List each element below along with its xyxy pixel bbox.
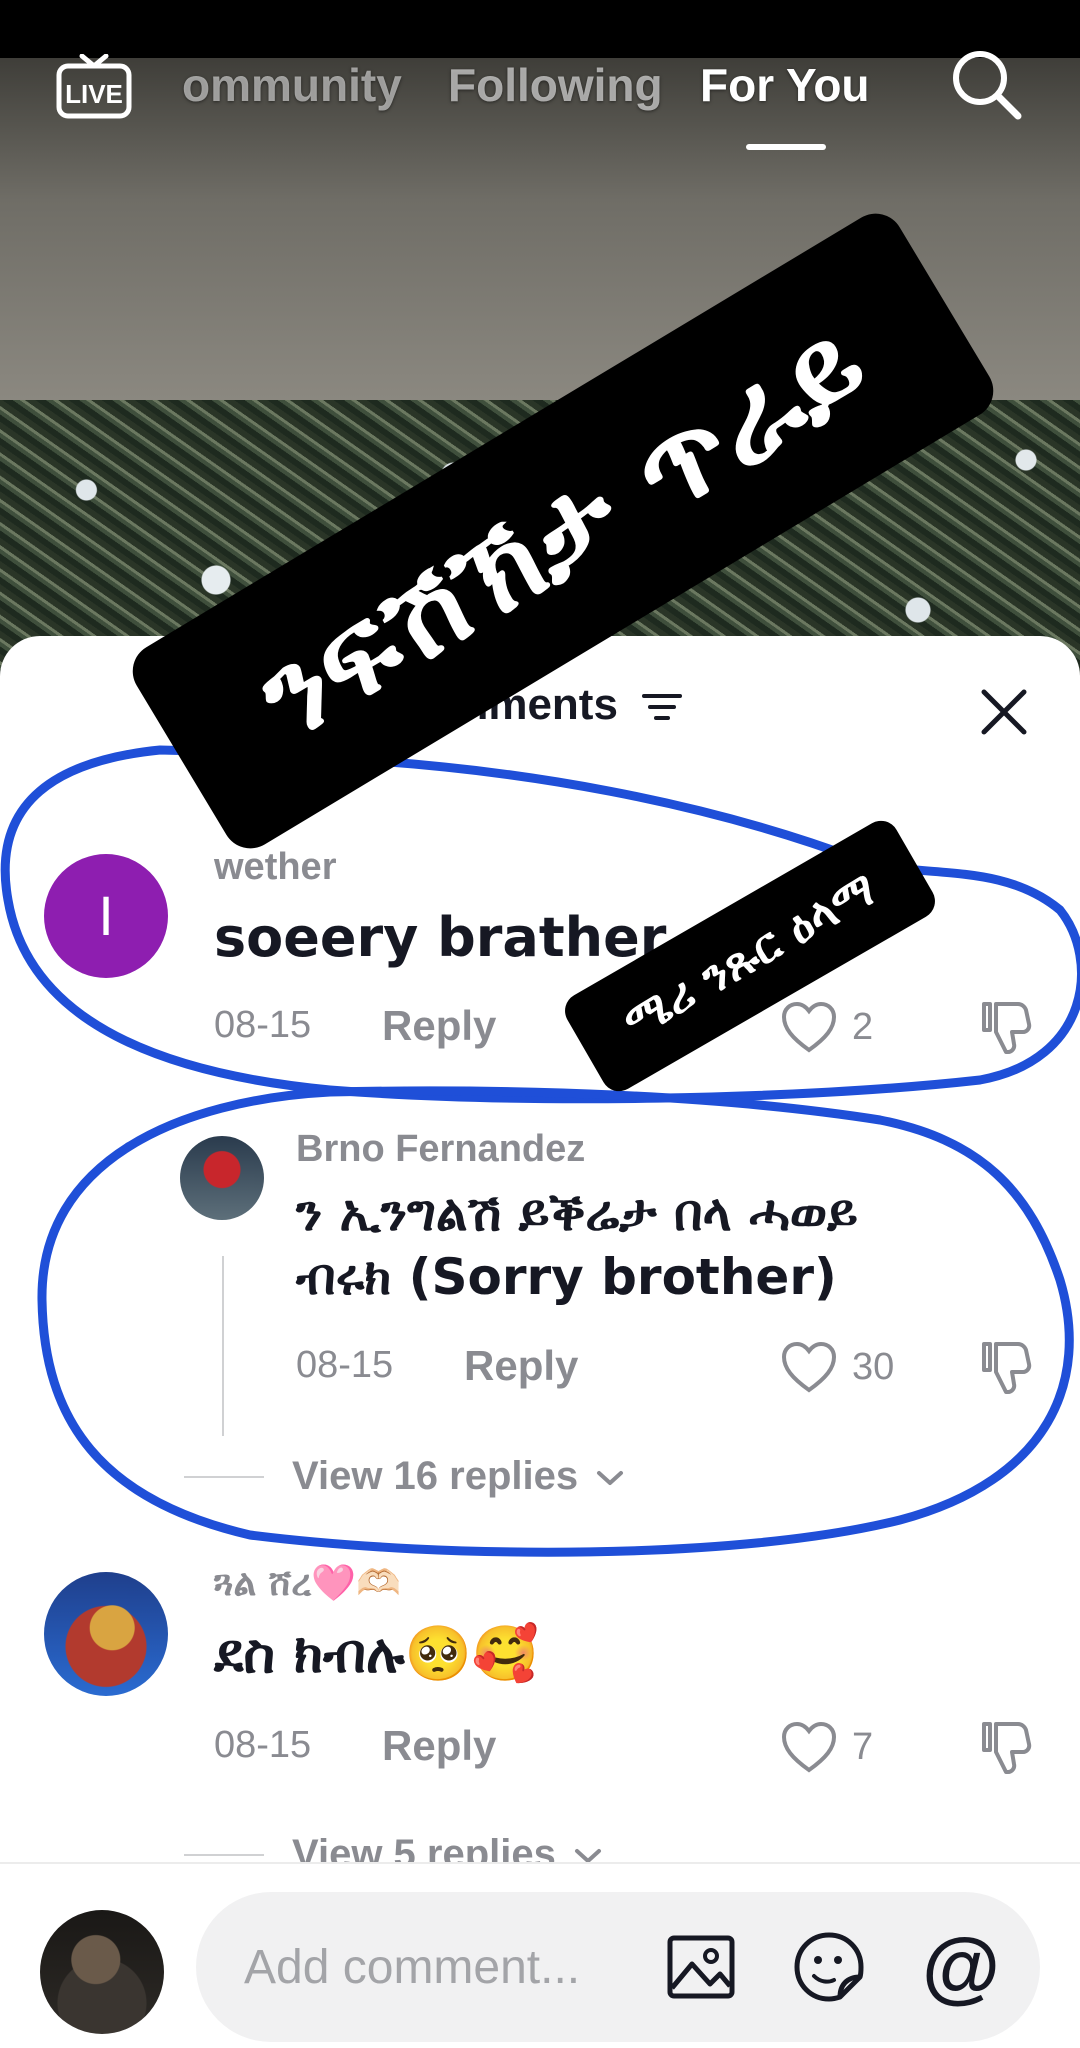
reply-thread-line <box>222 1256 224 1436</box>
search-icon[interactable] <box>948 46 1024 122</box>
comment-date: 08-15 <box>214 1004 312 1046</box>
close-icon[interactable] <box>976 684 1032 740</box>
tab-for-you[interactable]: For You <box>700 58 870 112</box>
like-count: 30 <box>852 1346 895 1388</box>
comment-date: 08-15 <box>214 1724 312 1766</box>
dislike-icon[interactable] <box>976 998 1034 1056</box>
dislike-icon[interactable] <box>976 1338 1034 1396</box>
active-tab-indicator <box>746 144 826 150</box>
image-icon[interactable] <box>666 1932 736 2002</box>
live-icon[interactable]: LIVE <box>56 54 132 120</box>
live-label: LIVE <box>65 79 123 109</box>
reply-button[interactable]: Reply <box>382 1722 496 1770</box>
heart-icon[interactable] <box>780 1720 838 1774</box>
view-replies-button[interactable]: View 16 replies <box>292 1454 625 1499</box>
view-replies-label: View 16 replies <box>292 1454 579 1498</box>
reply-text-line2: ብሩክ (Sorry brother) <box>296 1248 837 1306</box>
comment-username[interactable]: ጓል ሸረ🩷🫶🏻 <box>214 1562 401 1605</box>
avatar[interactable] <box>44 1572 168 1696</box>
avatar[interactable]: I <box>44 854 168 978</box>
filter-icon[interactable] <box>642 692 683 722</box>
reply-button[interactable]: Reply <box>382 1002 496 1050</box>
comments-count-label: comments <box>397 680 618 729</box>
comment-username[interactable]: wether <box>214 846 336 889</box>
top-navigation: LIVE ommunity Following For You <box>0 40 1080 160</box>
reply-username[interactable]: Brno Fernandez <box>296 1128 585 1171</box>
chevron-down-icon <box>597 1471 624 1486</box>
tab-following[interactable]: Following <box>448 58 663 112</box>
comment-text: soeery brather <box>214 906 667 969</box>
comments-header: comments <box>0 680 1080 730</box>
mention-icon[interactable]: @ <box>916 1922 1006 2012</box>
reply-date: 08-15 <box>296 1344 394 1386</box>
reply-text-line1: ን ኢንግልሽ ይቕሬታ በላ ሓወይ <box>296 1184 858 1242</box>
heart-icon[interactable] <box>780 1340 838 1394</box>
comment-text: ደስ ክብሉ🥺🥰 <box>214 1622 540 1685</box>
replies-divider <box>184 1854 264 1856</box>
like-count: 2 <box>852 1006 874 1048</box>
tab-community[interactable]: ommunity <box>182 58 402 112</box>
comment-input-bar: Add comment... @ <box>0 1862 1080 2048</box>
avatar-letter: I <box>98 884 114 947</box>
replies-divider <box>184 1476 264 1478</box>
avatar[interactable] <box>180 1136 264 1220</box>
like-count: 7 <box>852 1726 874 1768</box>
emoji-sticker-icon[interactable] <box>792 1930 866 2004</box>
comments-sheet: comments I wether soeery brather 08-15 R… <box>0 636 1080 2048</box>
heart-icon[interactable] <box>780 1000 838 1054</box>
reply-button[interactable]: Reply <box>464 1342 578 1390</box>
dislike-icon[interactable] <box>976 1718 1034 1776</box>
comment-input[interactable]: Add comment... @ <box>196 1892 1040 2042</box>
comment-input-placeholder: Add comment... <box>244 1941 581 1994</box>
my-avatar[interactable] <box>40 1910 164 2034</box>
